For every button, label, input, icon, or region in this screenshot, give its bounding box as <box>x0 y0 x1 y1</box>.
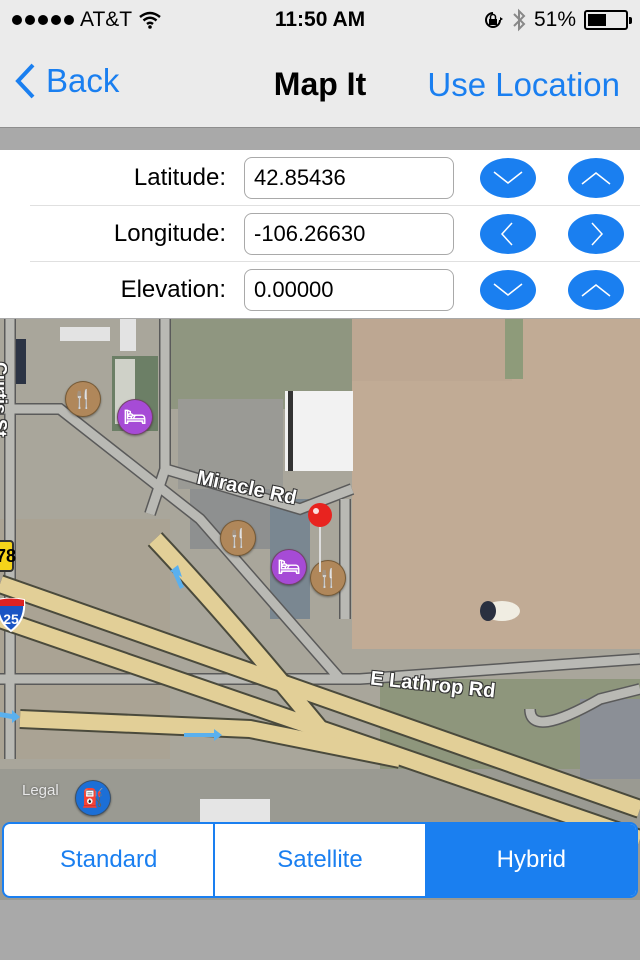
battery-level <box>588 14 607 26</box>
longitude-input[interactable] <box>244 213 454 255</box>
restaurant-poi[interactable]: 🍴 <box>220 520 256 556</box>
fork-knife-icon: 🍴 <box>71 388 95 409</box>
latitude-input[interactable] <box>244 157 454 199</box>
status-bar: AT&T 11:50 AM 51% <box>0 0 640 40</box>
restaurant-poi[interactable]: 🍴 <box>65 381 101 417</box>
page-title-text: Map It <box>273 66 367 102</box>
orientation-lock-icon <box>484 12 503 28</box>
chevron-down-icon <box>493 283 523 296</box>
fork-knife-icon: 🍴 <box>226 527 250 548</box>
chevron-up-icon <box>581 284 611 297</box>
coordinates-form: Latitude: Longitude: Elevation: <box>0 150 640 318</box>
battery-percent: 51% <box>533 8 576 31</box>
segment-standard[interactable]: Standard <box>4 824 216 896</box>
longitude-row: Longitude: <box>0 206 640 262</box>
segment-satellite[interactable]: Satellite <box>215 824 427 896</box>
navigation-bar: Back Map It Use Location <box>0 40 640 128</box>
bed-icon: 🛏 <box>123 406 147 427</box>
status-right: 51% <box>482 8 632 32</box>
road-label-curtis-st: Curtis St <box>0 361 11 438</box>
elevation-row: Elevation: <box>0 262 640 318</box>
latitude-label: Latitude: <box>133 164 226 191</box>
elevation-label: Elevation: <box>120 276 226 303</box>
interstate-number: 25 <box>3 611 19 627</box>
chevron-up-icon <box>581 172 611 185</box>
longitude-increase-button[interactable] <box>568 214 624 254</box>
map-view[interactable]: Miracle Rd E Lathrop Rd Curtis St 25 78 … <box>0 319 640 900</box>
bed-icon: 🛏 <box>277 556 301 577</box>
latitude-decrease-button[interactable] <box>480 158 536 198</box>
latitude-row: Latitude: <box>0 150 640 206</box>
longitude-label: Longitude: <box>113 220 226 247</box>
hotel-poi[interactable]: 🛏 <box>117 399 153 435</box>
interstate-shield-icon: 25 <box>0 598 26 632</box>
state-route-shield: 78 <box>0 540 16 572</box>
longitude-decrease-button[interactable] <box>480 214 536 254</box>
elevation-increase-button[interactable] <box>568 270 624 310</box>
chevron-left-icon <box>15 63 35 99</box>
back-button[interactable]: Back <box>14 62 119 100</box>
segment-hybrid[interactable]: Hybrid <box>426 824 636 896</box>
map-type-segmented-control: Standard Satellite Hybrid <box>2 822 638 898</box>
back-label: Back <box>46 62 120 99</box>
chevron-left-icon <box>500 222 513 246</box>
battery-icon <box>584 10 632 30</box>
bluetooth-icon <box>513 8 526 32</box>
chevron-down-icon <box>493 171 523 184</box>
legal-link[interactable]: Legal <box>22 782 59 799</box>
chevron-right-icon <box>591 222 604 246</box>
hotel-poi[interactable]: 🛏 <box>271 549 307 585</box>
latitude-increase-button[interactable] <box>568 158 624 198</box>
fuel-pump-icon: ⛽ <box>81 787 105 808</box>
use-location-button[interactable]: Use Location <box>427 66 620 104</box>
gas-station-poi[interactable]: ⛽ <box>75 780 111 816</box>
location-pin-icon[interactable] <box>307 502 333 572</box>
elevation-decrease-button[interactable] <box>480 270 536 310</box>
elevation-input[interactable] <box>244 269 454 311</box>
